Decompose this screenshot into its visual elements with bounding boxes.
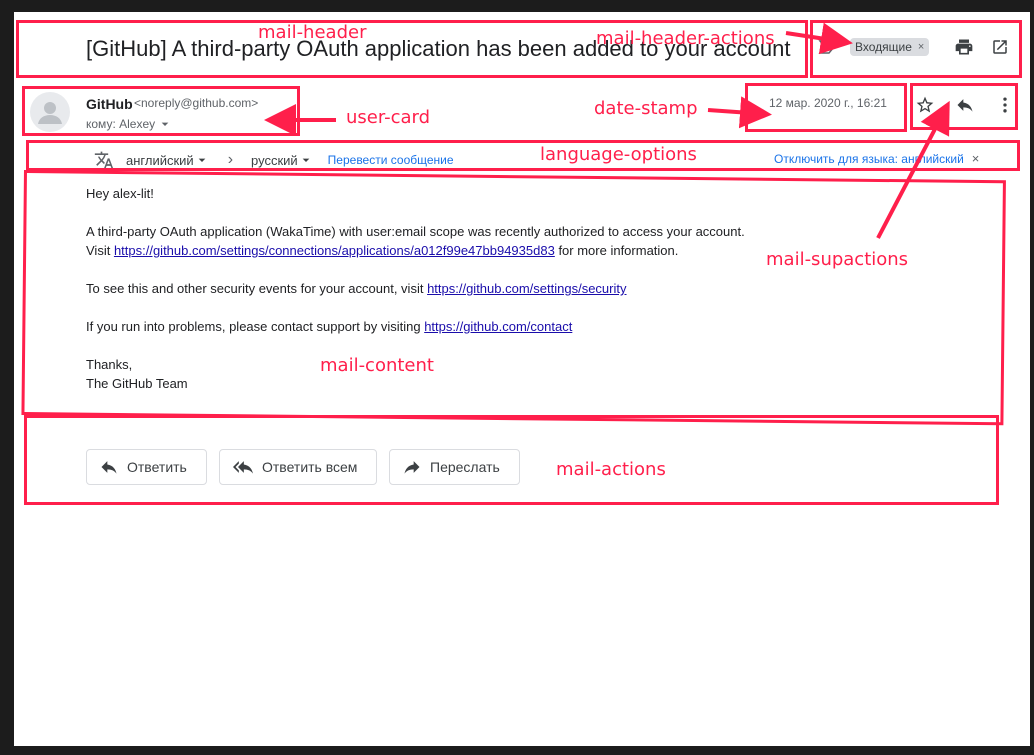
annotation-box-language-options [26, 140, 1020, 171]
annotation-label-mail-actions: mail-actions [556, 459, 666, 480]
annotation-label-language-options: language-options [540, 144, 697, 165]
annotation-box-date-stamp [745, 83, 907, 132]
annotation-box-mail-supactions [910, 83, 1018, 130]
annotation-box-mail-actions [24, 415, 999, 505]
annotation-label-user-card: user-card [346, 107, 431, 128]
annotation-label-mail-supactions: mail-supactions [766, 249, 909, 270]
annotation-box-mail-header-actions [810, 20, 1022, 78]
annotation-label-date-stamp: date-stamp [594, 98, 698, 119]
annotation-box-mail-content [21, 170, 1006, 426]
annotation-label-mail-header: mail-header [258, 22, 367, 43]
annotation-box-user-card [22, 86, 300, 136]
annotation-label-mail-header-actions: mail-header-actions [596, 28, 775, 49]
annotation-label-mail-content: mail-content [320, 355, 434, 376]
